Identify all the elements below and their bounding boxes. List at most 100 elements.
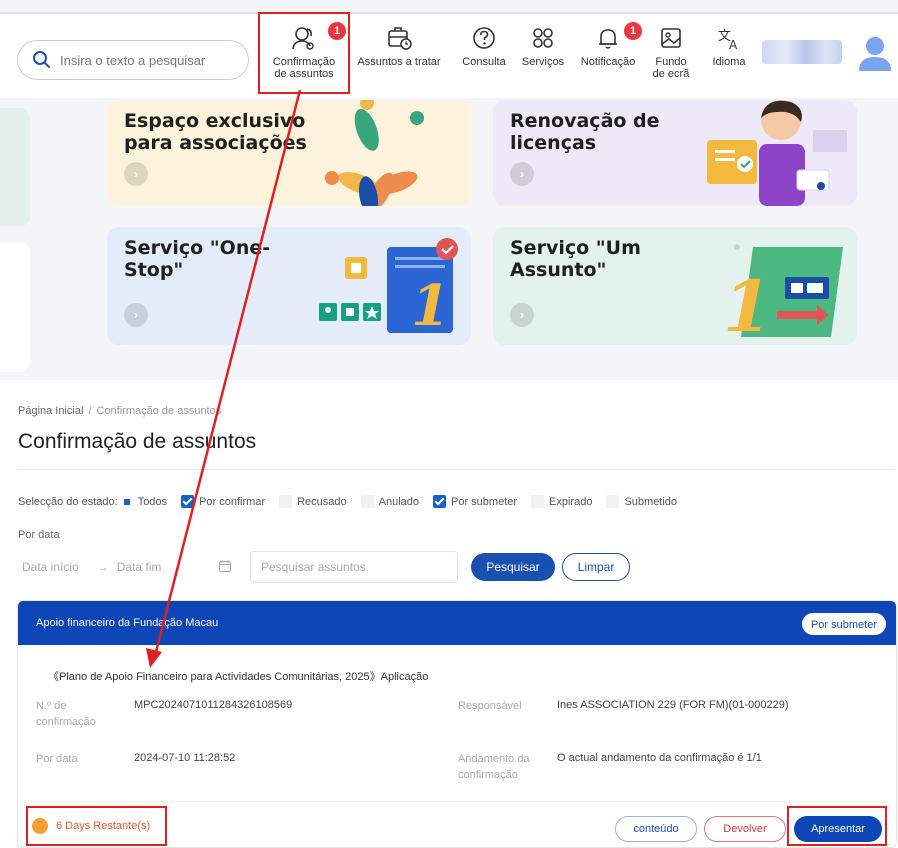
search-input[interactable]: [60, 52, 240, 68]
one-stop-illustration: 1: [319, 238, 458, 339]
status-filter: Selecção do estado: Todos Por confirmar …: [18, 495, 691, 508]
date-filter-label: Por data: [18, 529, 60, 541]
arrow-right-icon[interactable]: ›: [124, 303, 148, 327]
svg-text:A: A: [729, 38, 738, 52]
filter-recusado[interactable]: Recusado: [279, 495, 347, 508]
date-label: Por data: [36, 753, 78, 765]
people-circle-illustration: [325, 100, 424, 206]
card-title: Espaço exclusivo para associações: [124, 110, 307, 154]
nav-label: Fundo de ecrã: [652, 56, 690, 80]
checkbox-checked-icon[interactable]: [181, 495, 195, 508]
matter-search-input[interactable]: Pesquisar assuntos: [250, 551, 458, 583]
arrow-right-icon[interactable]: ›: [124, 162, 148, 186]
calendar-icon[interactable]: [218, 559, 232, 573]
filter-label: Por confirmar: [199, 495, 266, 508]
filter-todos[interactable]: Todos: [123, 495, 168, 508]
nav-label: Notificação: [580, 56, 636, 68]
title-divider: [18, 469, 894, 470]
checkbox-unchecked-icon[interactable]: [531, 495, 545, 508]
confirmation-no-value: MPC20240710112843261085​69: [134, 699, 293, 711]
filter-label: Por submeter: [451, 495, 518, 508]
responsavel-label: Responsável: [458, 700, 522, 712]
start-date-input[interactable]: Data início: [22, 560, 79, 574]
date-range-picker[interactable]: Data início → Data fim: [18, 551, 240, 583]
nav-notificacao[interactable]: Notificação 1: [574, 22, 642, 68]
search-icon[interactable]: [32, 50, 52, 70]
notification-badge: 1: [624, 22, 642, 40]
filter-expirado[interactable]: Expirado: [531, 495, 592, 508]
range-arrow: →: [96, 560, 109, 574]
nav-label: Idioma: [712, 56, 746, 68]
annotation-box-submit: [787, 806, 887, 846]
annotation-box-remaining: [26, 806, 167, 846]
card-licence-renewal[interactable]: Renovação de licenças ›: [493, 100, 857, 206]
progress-value: O actual andamento da confirmação é 1/1: [557, 752, 762, 764]
nav-label: Assuntos a tratar: [357, 56, 441, 68]
checkbox-checked-icon[interactable]: [433, 495, 446, 508]
nav-servicos[interactable]: Serviços: [516, 24, 570, 68]
checkbox-unchecked-icon[interactable]: [360, 495, 374, 508]
confirmation-no-label: N.º de confirmação: [36, 700, 96, 728]
arrow-right-icon[interactable]: ›: [510, 303, 534, 327]
responsavel-value: Ines ASSOCIATION 229 (FOR FM)(01-000229): [557, 699, 789, 711]
page-title: Confirmação de assuntos: [18, 430, 257, 453]
breadcrumb: Página Inicial / Confirmação de assuntos: [18, 405, 221, 417]
filter-por-submeter[interactable]: Por submeter: [433, 495, 517, 508]
grid-icon: [533, 28, 553, 48]
nav-label: Serviços: [521, 56, 565, 68]
image-icon: [661, 28, 681, 48]
progress-label: Andamento da confirmação: [458, 753, 530, 781]
task-subtitle: 《Plano de Apoio Financeiro para Activida…: [48, 671, 429, 683]
filter-label: Anulado: [378, 495, 419, 508]
nav-assuntos-a-tratar[interactable]: Assuntos a tratar: [348, 24, 450, 68]
annotation-box-nav: [258, 12, 350, 94]
task-card-header: Apoio financeiro da Fundação Macau Por s…: [18, 601, 896, 645]
card-one-stop[interactable]: Serviço "One- Stop" › 1: [107, 227, 471, 345]
card-title: Renovação de licenças: [510, 110, 660, 154]
clear-button[interactable]: Limpar: [562, 553, 630, 581]
card-associations[interactable]: Espaço exclusivo para associações ›: [107, 100, 471, 206]
status-badge: Por submeter: [801, 613, 886, 635]
side-panel-left-bottom: [0, 242, 30, 372]
nav-label: Consulta: [462, 56, 506, 68]
checkbox-unchecked-icon[interactable]: [279, 495, 293, 508]
briefcase-clock-icon: [388, 27, 412, 50]
search-button[interactable]: Pesquisar: [471, 553, 555, 581]
card-one-matter[interactable]: Serviço "Um Assunto" › 1: [493, 227, 857, 345]
nav-fundo-de-ecra[interactable]: Fundo de ecrã: [646, 24, 696, 80]
filter-label: Submetido: [624, 495, 678, 508]
status-filter-label: Selecção do estado:: [18, 495, 118, 508]
question-icon: [473, 27, 495, 49]
breadcrumb-home[interactable]: Página Inicial: [18, 405, 83, 417]
arrow-right-icon[interactable]: ›: [510, 162, 534, 186]
card-title: Serviço "One- Stop": [124, 237, 271, 281]
checkbox-unchecked-icon[interactable]: [606, 495, 620, 508]
nav-consulta[interactable]: Consulta: [456, 24, 512, 68]
end-date-input[interactable]: Data fim: [117, 560, 162, 574]
date-value: 2024-07-10 11:28:52: [134, 752, 236, 764]
filter-por-confirmar[interactable]: Por confirmar: [181, 495, 265, 508]
avatar[interactable]: [855, 33, 895, 73]
svg-text:1: 1: [411, 273, 450, 339]
global-search[interactable]: [17, 40, 249, 80]
home-portal-area: Espaço exclusivo para associações › Reno…: [0, 0, 898, 380]
svg-text:1: 1: [723, 265, 772, 345]
breadcrumb-current: Confirmação de assuntos: [96, 405, 222, 417]
checkbox-indeterminate-icon[interactable]: [123, 498, 130, 505]
bell-icon: [599, 29, 617, 49]
filter-label: Todos: [137, 495, 168, 508]
breadcrumb-separator: /: [88, 405, 92, 417]
one-matter-illustration: 1: [723, 244, 843, 345]
nav-idioma[interactable]: 文A Idioma: [704, 24, 754, 68]
side-panel-left-top: [0, 108, 30, 226]
task-title: Apoio financeiro da Fundação Macau: [36, 617, 219, 629]
filter-label: Expirado: [549, 495, 593, 508]
translate-icon: 文A: [718, 29, 738, 52]
person-certificate-illustration: [707, 100, 847, 206]
filter-submetido[interactable]: Submetido: [606, 495, 677, 508]
footer-divider: [30, 801, 886, 802]
user-name-redacted: [762, 40, 842, 64]
return-button[interactable]: Devolver: [704, 816, 786, 842]
content-button[interactable]: conteúdo: [615, 816, 697, 842]
filter-anulado[interactable]: Anulado: [360, 495, 419, 508]
